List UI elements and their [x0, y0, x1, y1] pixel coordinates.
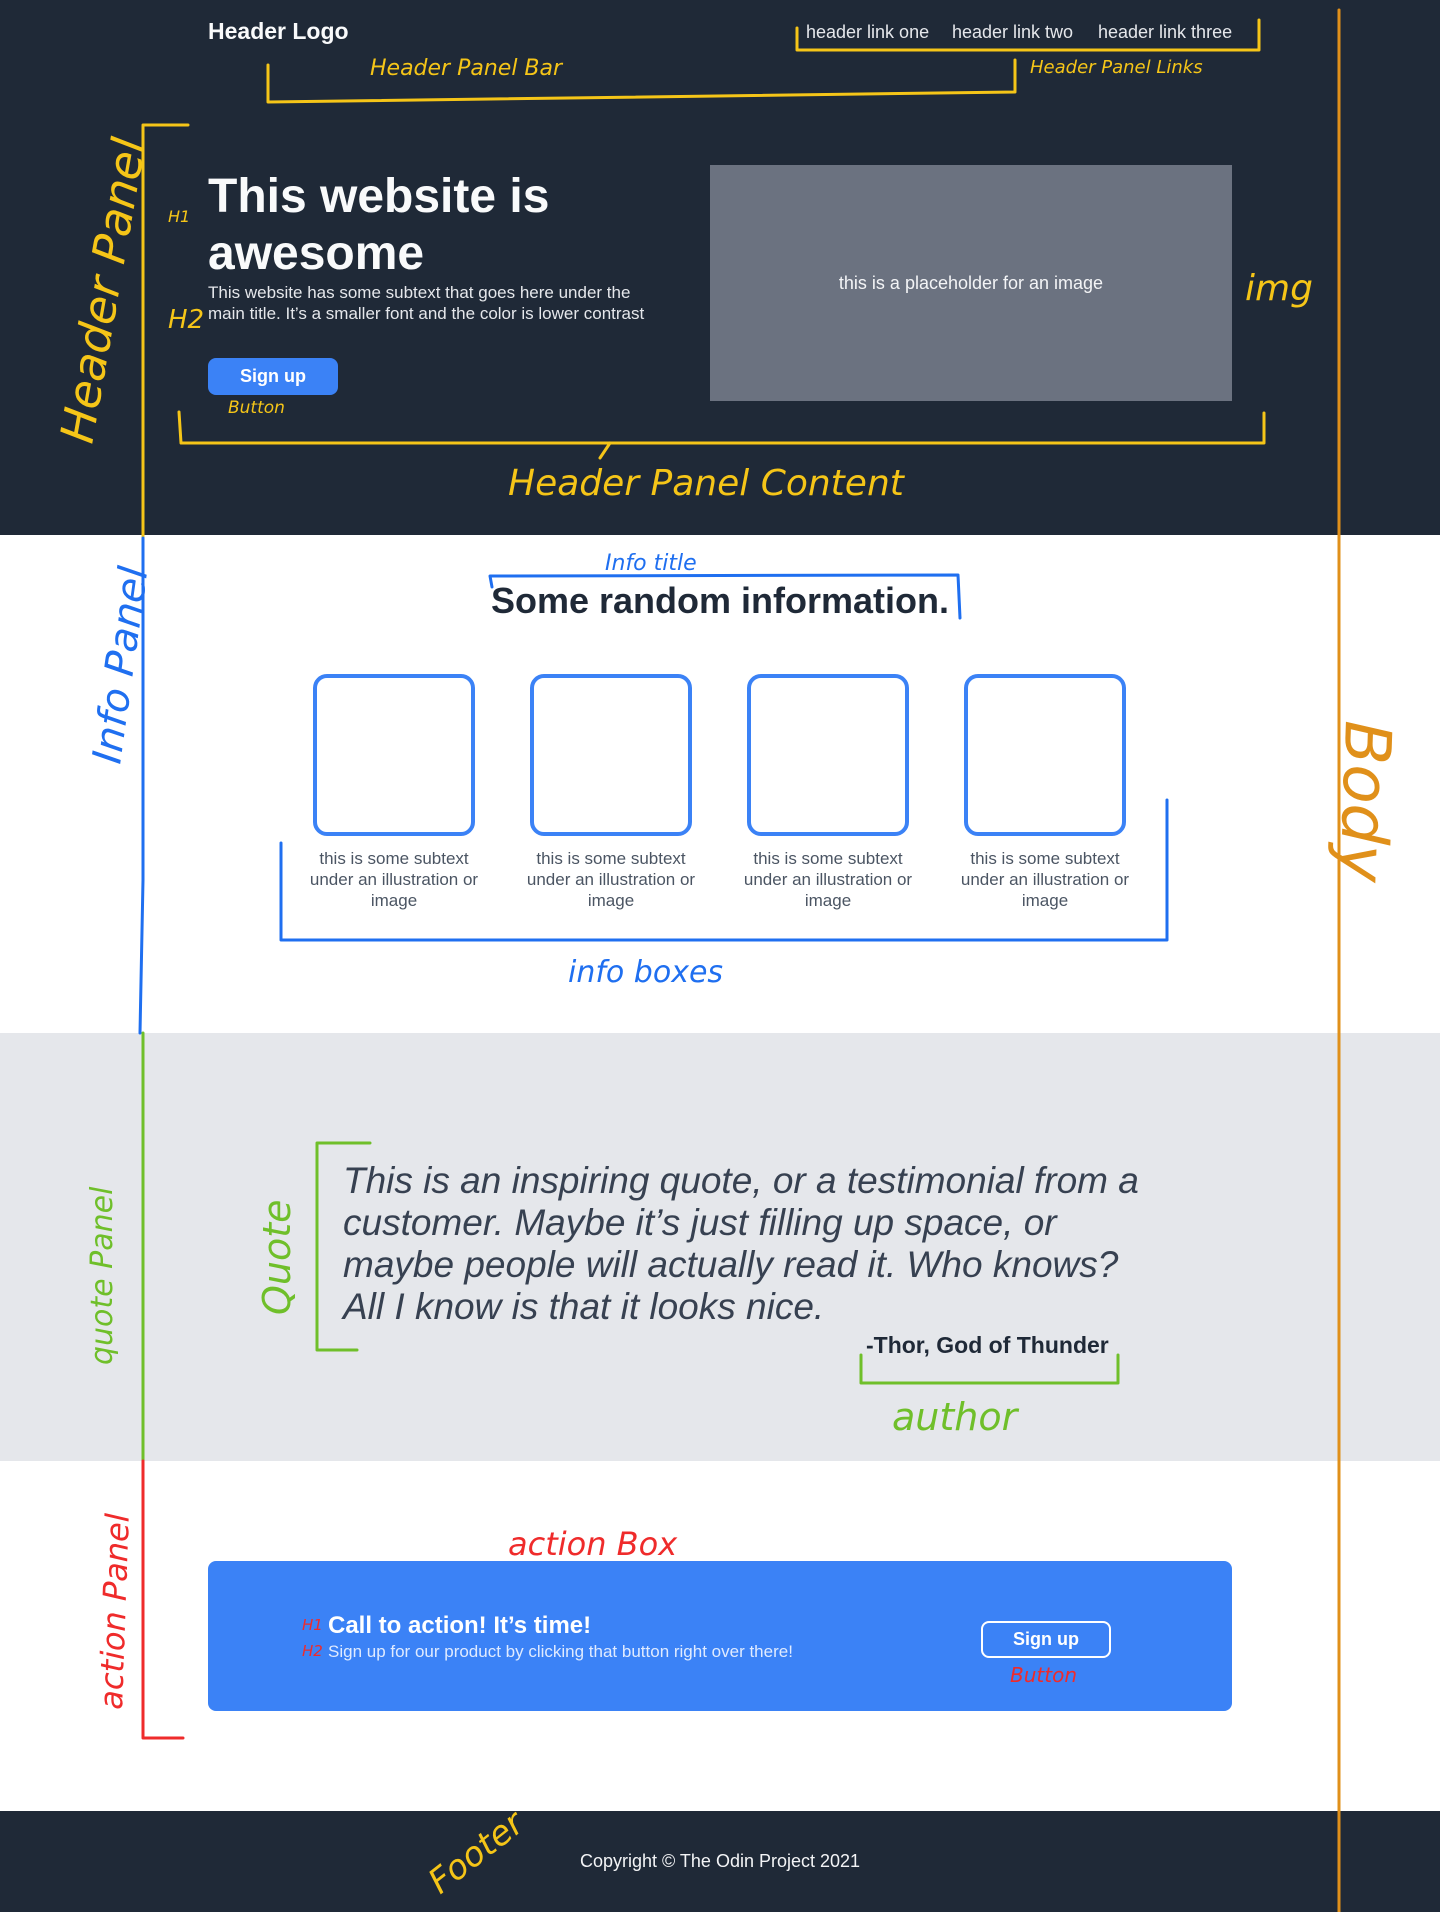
info-caption-1: this is some subtext under an illustrati… — [309, 849, 479, 910]
info-title: Some random information. — [490, 580, 950, 621]
hero-image-label: this is a placeholder for an image — [838, 272, 1104, 293]
header-link-two[interactable]: header link two — [952, 22, 1073, 43]
info-box-1 — [313, 674, 475, 836]
info-caption-2: this is some subtext under an illustrati… — [526, 849, 696, 910]
header-link-one[interactable]: header link one — [806, 22, 929, 43]
hero-title: This website is awesome — [208, 170, 550, 280]
cta-title: Call to action! It’s time! — [328, 1612, 592, 1639]
cta-signup-button[interactable]: Sign up — [981, 1621, 1111, 1658]
header-panel: Header Logo header link one header link … — [0, 0, 1440, 535]
footer-copyright: Copyright © The Odin Project 2021 — [579, 1851, 861, 1871]
info-caption-3: this is some subtext under an illustrati… — [743, 849, 913, 910]
hero-subtitle: This website has some subtext that goes … — [208, 283, 645, 323]
hero-image-placeholder: this is a placeholder for an image — [710, 165, 1232, 401]
quote-author: -Thor, God of Thunder — [866, 1332, 1109, 1358]
info-box-3 — [747, 674, 909, 836]
header-logo[interactable]: Header Logo — [208, 18, 349, 45]
info-box-2 — [530, 674, 692, 836]
quote-text: This is an inspiring quote, or a testimo… — [343, 1160, 1139, 1327]
header-link-three[interactable]: header link three — [1098, 22, 1232, 43]
info-box-4 — [964, 674, 1126, 836]
hero-signup-button[interactable]: Sign up — [208, 358, 338, 395]
cta-subtitle: Sign up for our product by clicking that… — [328, 1642, 793, 1661]
info-caption-4: this is some subtext under an illustrati… — [960, 849, 1130, 910]
